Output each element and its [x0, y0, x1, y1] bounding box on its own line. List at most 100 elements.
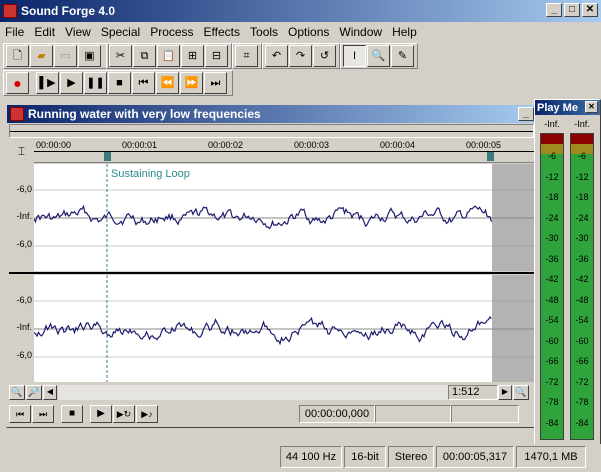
- play-icon[interactable]: ▶: [60, 72, 83, 94]
- redo-icon[interactable]: ↷: [289, 45, 312, 67]
- close-button[interactable]: ✕: [582, 3, 598, 17]
- maximize-button[interactable]: □: [564, 3, 580, 17]
- scroll-right-icon[interactable]: ▶: [498, 384, 512, 400]
- play-meter-title: Play Me: [537, 101, 578, 114]
- app-title-bar: Sound Forge 4.0 _ □ ✕: [0, 0, 601, 22]
- zoom-ratio: 1:512: [448, 384, 498, 400]
- transport-toolbar: ● ▌▶ ▶ ❚❚ ■ ⏮ ⏪ ⏩ ⏭: [3, 70, 233, 96]
- menu-process[interactable]: Process: [145, 25, 198, 39]
- data-window-title-bar: Running water with very low frequencies …: [7, 105, 536, 123]
- file-toolbar: 🗋 ▰ ▭ ▣: [3, 43, 109, 69]
- mix-icon[interactable]: ⊞: [181, 45, 204, 67]
- meter-tick-R: -42: [575, 274, 589, 284]
- playbar-stop-icon[interactable]: ■: [61, 405, 83, 423]
- undo-toolbar: ↶ ↷ ↺: [262, 43, 340, 69]
- menu-file[interactable]: File: [0, 25, 29, 39]
- status-sample-rate: 44 100 Hz: [280, 446, 342, 468]
- wave-icon: [10, 107, 24, 121]
- pencil-tool-icon[interactable]: ✎: [391, 45, 414, 67]
- meter-tick-R: -60: [575, 335, 589, 346]
- channel-1-scale: -6,0 -Inf. -6,0: [9, 164, 34, 271]
- meter-tick-R: -78: [575, 397, 589, 407]
- menu-window[interactable]: Window: [334, 25, 387, 39]
- menu-special[interactable]: Special: [96, 25, 145, 39]
- trim-icon[interactable]: ⌗: [235, 45, 258, 67]
- peak-right: -Inf.: [574, 119, 590, 129]
- playbar-end-icon[interactable]: ⏭: [32, 405, 54, 423]
- ch1-label-mid: -Inf.: [16, 211, 32, 221]
- meter-tick-R: -30: [575, 233, 589, 243]
- new-icon[interactable]: 🗋: [6, 45, 29, 67]
- meter-tick-R: -36: [575, 253, 589, 264]
- rewind-icon[interactable]: ⏪: [156, 72, 179, 94]
- repeat-icon[interactable]: ↺: [313, 45, 336, 67]
- meter-tick-L: -12: [545, 171, 559, 182]
- go-end-icon[interactable]: ⏭: [204, 72, 227, 94]
- ruler-label-3: 00:00:03: [294, 140, 330, 150]
- loop-label: Sustaining Loop: [111, 168, 190, 180]
- data-window-title: Running water with very low frequencies: [28, 107, 261, 121]
- menu-bar: File Edit View Special Process Effects T…: [0, 22, 601, 41]
- selection-readout: [375, 405, 451, 423]
- ruler-corner: ⌶: [17, 143, 26, 158]
- meter-tick-L: -66: [545, 356, 559, 366]
- menu-edit[interactable]: Edit: [29, 25, 60, 39]
- magnify-tool-icon[interactable]: 🔍: [367, 45, 390, 67]
- record-icon[interactable]: ●: [6, 72, 29, 94]
- channel-1-pane[interactable]: Sustaining Loop: [34, 164, 534, 271]
- menu-view[interactable]: View: [60, 25, 96, 39]
- save-icon[interactable]: ▣: [78, 45, 101, 67]
- playbar-loop-icon[interactable]: ▶↻: [113, 405, 135, 423]
- undo-icon[interactable]: ↶: [265, 45, 288, 67]
- play-meter-title-bar: Play Me ✕: [535, 100, 600, 115]
- copy-icon[interactable]: ⧉: [133, 45, 156, 67]
- close-doc-icon[interactable]: ▭: [54, 45, 77, 67]
- zoom-fit-icon[interactable]: 🔍: [513, 384, 529, 400]
- meter-tick-L: -72: [545, 376, 559, 387]
- ruler-label-4: 00:00:04: [380, 140, 416, 150]
- time-ruler[interactable]: 00:00:00 00:00:01 00:00:02 00:00:03 00:0…: [34, 139, 534, 163]
- menu-options[interactable]: Options: [283, 25, 334, 39]
- loop-end-marker[interactable]: [487, 152, 494, 161]
- channel-divider: [9, 272, 534, 274]
- peak-left: -Inf.: [544, 119, 560, 129]
- zoom-out-icon[interactable]: 🔍: [9, 384, 25, 400]
- go-start-icon[interactable]: ⏮: [132, 72, 155, 94]
- edit-tool-icon[interactable]: I: [343, 45, 366, 67]
- meter-tick-R: -48: [575, 294, 589, 305]
- paste-icon[interactable]: 📋: [157, 45, 180, 67]
- play-meter-close-button[interactable]: ✕: [585, 101, 598, 113]
- playbar-start-icon[interactable]: ⏮: [9, 405, 31, 423]
- meter-tick-R: -72: [575, 376, 589, 387]
- play-all-icon[interactable]: ▌▶: [36, 72, 59, 94]
- ruler-label-0: 00:00:00: [36, 140, 72, 150]
- status-length: 00:00:05,317: [436, 446, 514, 468]
- meter-tick-R: -54: [575, 315, 589, 325]
- loop-start-marker[interactable]: [104, 152, 111, 161]
- doc-minimize-button[interactable]: _: [518, 107, 534, 121]
- stop-icon[interactable]: ■: [108, 72, 131, 94]
- menu-effects[interactable]: Effects: [199, 25, 245, 39]
- menu-tools[interactable]: Tools: [245, 25, 283, 39]
- status-free-space: 1470,1 MB: [516, 446, 586, 468]
- open-icon[interactable]: ▰: [30, 45, 53, 67]
- meter-tick-L: -54: [545, 315, 559, 325]
- playbar: ⏮ ⏭ ■ ▶ ▶↻ ▶♪ 00:00:00,000: [9, 403, 534, 425]
- meter-tick-L: -48: [545, 294, 559, 305]
- channel-2-scale: -6,0 -Inf. -6,0: [9, 275, 34, 382]
- channel-2-pane[interactable]: [34, 275, 534, 382]
- horizontal-scrollbar[interactable]: [58, 384, 448, 400]
- zoom-in-icon[interactable]: 🔎: [26, 384, 42, 400]
- cut-icon[interactable]: ✂: [109, 45, 132, 67]
- menu-help[interactable]: Help: [387, 25, 422, 39]
- minimize-button[interactable]: _: [546, 3, 562, 17]
- scroll-left-icon[interactable]: ◀: [43, 384, 57, 400]
- pause-icon[interactable]: ❚❚: [84, 72, 107, 94]
- playbar-plugin-icon[interactable]: ▶♪: [136, 405, 158, 423]
- overview-bar[interactable]: [9, 124, 534, 138]
- ch1-label-top: -6,0: [16, 184, 32, 194]
- app-title: Sound Forge 4.0: [21, 4, 116, 18]
- crop-icon[interactable]: ⊟: [205, 45, 228, 67]
- forward-icon[interactable]: ⏩: [180, 72, 203, 94]
- playbar-play-icon[interactable]: ▶: [90, 405, 112, 423]
